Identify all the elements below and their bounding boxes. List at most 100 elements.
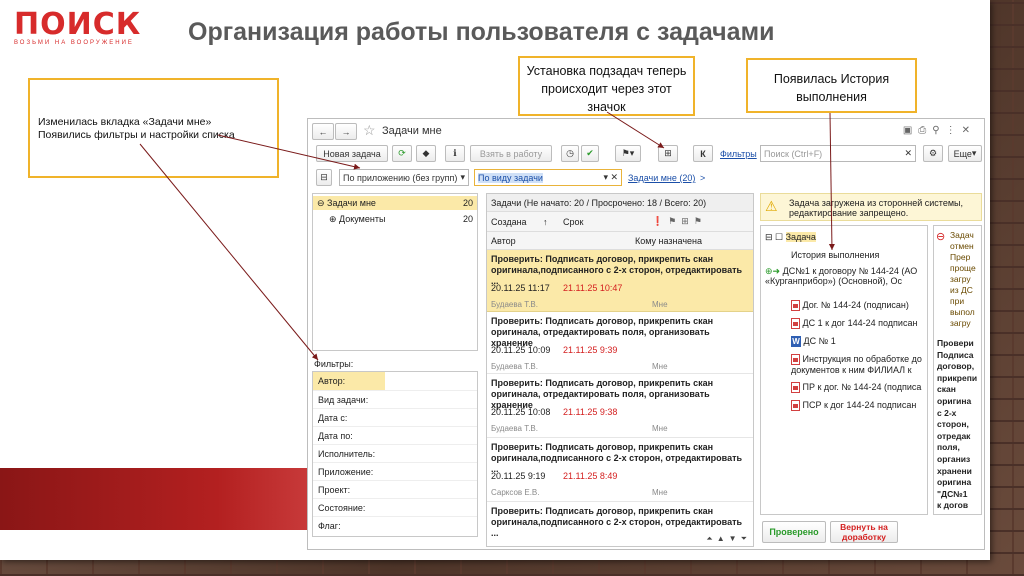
col-assignee[interactable]: Кому назначена bbox=[635, 236, 702, 246]
history-item[interactable]: История выполнения bbox=[791, 250, 879, 260]
subtask-icon: ⊞ bbox=[664, 148, 672, 158]
filter-author[interactable]: Автор: bbox=[313, 372, 385, 390]
file-item[interactable]: Инструкция по обработке до документов к … bbox=[791, 354, 927, 375]
flag-button[interactable]: ⚑▾ bbox=[615, 145, 641, 162]
red-band bbox=[0, 468, 310, 530]
callout-subtasks: Установка подзадач теперь происходит чер… bbox=[518, 56, 695, 116]
side-note: Задач отмен Прер проще загру из ДС при выпол заг… bbox=[950, 230, 976, 329]
grouping-value: По приложению (без групп) bbox=[343, 172, 458, 183]
side-task-line: Подписа bbox=[937, 349, 974, 360]
task-author: Будаева Т.В. bbox=[491, 424, 538, 433]
tree-item-label: Задачи мне bbox=[327, 198, 376, 208]
task-row[interactable]: Проверить: Подписать договор, прикрепить… bbox=[487, 250, 753, 312]
side-task-line: поля, bbox=[937, 442, 960, 453]
scroll-buttons[interactable]: ⏶▲▼⏷ bbox=[706, 534, 751, 544]
grouping-button[interactable]: ⊟ bbox=[316, 169, 332, 186]
filter-date-from[interactable]: Дата с: bbox=[313, 408, 477, 426]
chevron-down-icon: ▾ bbox=[460, 172, 465, 182]
star-icon[interactable]: ☆ bbox=[363, 122, 376, 139]
tasks-to-me-arrow[interactable]: > bbox=[700, 173, 705, 183]
task-type-select[interactable]: По виду задачи ▾ ✕ bbox=[474, 169, 622, 186]
info-button[interactable]: ℹ bbox=[445, 145, 465, 162]
detail-tree: ⊟ ☐ Задача История выполнения ⊕➜ ДС№1 к … bbox=[760, 225, 928, 515]
grouping-select[interactable]: По приложению (без групп) ▾ bbox=[339, 169, 469, 186]
refresh-button[interactable]: ⟳ bbox=[392, 145, 412, 162]
task-row[interactable]: Проверить: Подписать договор, прикрепить… bbox=[487, 374, 753, 438]
file-label: ДС № 1 bbox=[803, 336, 836, 346]
clock-button[interactable]: ◷ bbox=[561, 145, 579, 162]
print-icon[interactable]: ⎙ bbox=[918, 125, 932, 136]
filter-task-type[interactable]: Вид задачи: bbox=[313, 390, 477, 408]
filters-title: Фильтры: bbox=[314, 359, 354, 369]
file-label: Дог. № 144-24 (подписан) bbox=[802, 300, 909, 310]
close-icon[interactable]: ✕ bbox=[962, 125, 976, 136]
filter-date-to[interactable]: Дата по: bbox=[313, 426, 477, 444]
return-button[interactable]: Вернуть на доработку bbox=[830, 521, 898, 543]
logo-tagline: ВОЗЬМИ НА ВООРУЖЕНИЕ bbox=[14, 40, 134, 46]
task-row[interactable]: Проверить: Подписать договор, прикрепить… bbox=[487, 438, 753, 502]
filter-app[interactable]: Приложение: bbox=[313, 462, 477, 480]
filter-project[interactable]: Проект: bbox=[313, 480, 477, 498]
forward-button[interactable]: → bbox=[335, 123, 357, 140]
task-author: Сарксов Е.В. bbox=[491, 488, 540, 497]
approved-button[interactable]: Проверено bbox=[762, 521, 826, 543]
sort-arrow-icon[interactable]: ↑ bbox=[543, 217, 548, 227]
warning-icon: ⚠ bbox=[765, 198, 778, 214]
side-note-line: загру bbox=[950, 274, 971, 284]
checkmark-icon: ✔ bbox=[586, 148, 594, 158]
list-columns: Создана ↑ Срок ❗ ⚑ ⊞ ⚑ bbox=[487, 212, 753, 232]
filter-state[interactable]: Состояние: bbox=[313, 498, 477, 516]
file-item[interactable]: W ДС № 1 bbox=[791, 336, 836, 348]
diamond-icon: ◆ bbox=[422, 148, 430, 158]
subtask-button[interactable]: ⊞ bbox=[658, 145, 678, 162]
task-created: 20.11.25 9:19 bbox=[491, 471, 546, 481]
check-button[interactable]: ✔ bbox=[581, 145, 599, 162]
save-icon[interactable]: ▣ bbox=[903, 125, 918, 136]
tree-item-label: Документы bbox=[339, 214, 386, 224]
more-button[interactable]: Еще ▾ bbox=[948, 145, 982, 162]
window-controls[interactable]: ▣⎙⚲⋮✕ bbox=[903, 125, 976, 136]
logo-text: ПОИСК bbox=[14, 7, 142, 42]
filter-flag[interactable]: Флаг: bbox=[313, 516, 477, 534]
filters-link[interactable]: Фильтры bbox=[720, 149, 757, 159]
settings-button[interactable]: ⚙ bbox=[923, 145, 943, 162]
back-button[interactable]: ← bbox=[312, 123, 334, 140]
side-task-line: оригина bbox=[937, 395, 972, 406]
file-item[interactable]: Дог. № 144-24 (подписан) bbox=[791, 300, 909, 312]
file-item[interactable]: ПР к дог. № 144-24 (подписа bbox=[791, 382, 921, 394]
task-row[interactable]: Проверить: Подписать договор, прикрепить… bbox=[487, 502, 753, 538]
side-note-line: Прер bbox=[950, 252, 971, 262]
tree-panel: ⊖ Задачи мне 20 ⊕ Документы 20 bbox=[312, 193, 478, 351]
doc-main[interactable]: ⊕➜ ДС№1 к договору № 144-24 (АО «Курганп… bbox=[765, 266, 927, 286]
col-due[interactable]: Срок bbox=[563, 217, 583, 227]
clock-icon: ◷ bbox=[566, 148, 574, 158]
search-placeholder: Поиск (Ctrl+F) bbox=[764, 148, 823, 159]
file-item[interactable]: ПСР к дог 144-24 подписан bbox=[791, 400, 916, 412]
task-created: 20.11.25 11:17 bbox=[491, 283, 550, 293]
task-assignee: Мне bbox=[652, 362, 668, 371]
menu-icon[interactable]: ⋮ bbox=[946, 125, 962, 136]
filter-executor[interactable]: Исполнитель: bbox=[313, 444, 477, 462]
search-input[interactable]: Поиск (Ctrl+F) ✕ bbox=[760, 145, 916, 162]
side-task-line: организ bbox=[937, 453, 971, 464]
callout-history: Появилась История выполнения bbox=[746, 58, 917, 113]
file-item[interactable]: ДС 1 к дог 144-24 подписан bbox=[791, 318, 917, 330]
k-button[interactable]: К bbox=[693, 145, 713, 162]
task-type-value: По виду задачи bbox=[478, 172, 543, 183]
col-author[interactable]: Автор bbox=[491, 236, 516, 246]
take-to-work-button[interactable]: Взять в работу bbox=[470, 145, 552, 162]
refresh-icon: ⟳ bbox=[398, 148, 406, 158]
tree-item-tasks[interactable]: ⊖ Задачи мне 20 bbox=[313, 196, 477, 210]
side-task-line: скан bbox=[937, 384, 956, 395]
detail-task-row[interactable]: ⊟ ☐ Задача bbox=[765, 232, 816, 243]
tree-item-docs[interactable]: ⊕ Документы 20 bbox=[313, 212, 477, 226]
doc-main-label: ДС№1 к договору № 144-24 (АО «Курганприб… bbox=[765, 266, 918, 286]
tasks-to-me-link[interactable]: Задачи мне (20) bbox=[628, 173, 695, 183]
task-row[interactable]: Проверить: Подписать договор, прикрепить… bbox=[487, 312, 753, 374]
new-task-button[interactable]: Новая задача bbox=[316, 145, 388, 162]
col-created[interactable]: Создана bbox=[491, 217, 527, 227]
link-icon[interactable]: ⚲ bbox=[932, 125, 945, 136]
move-button[interactable]: ◆ bbox=[416, 145, 436, 162]
clear-icon[interactable]: ✕ bbox=[904, 148, 912, 159]
task-due: 21.11.25 9:38 bbox=[563, 407, 618, 417]
